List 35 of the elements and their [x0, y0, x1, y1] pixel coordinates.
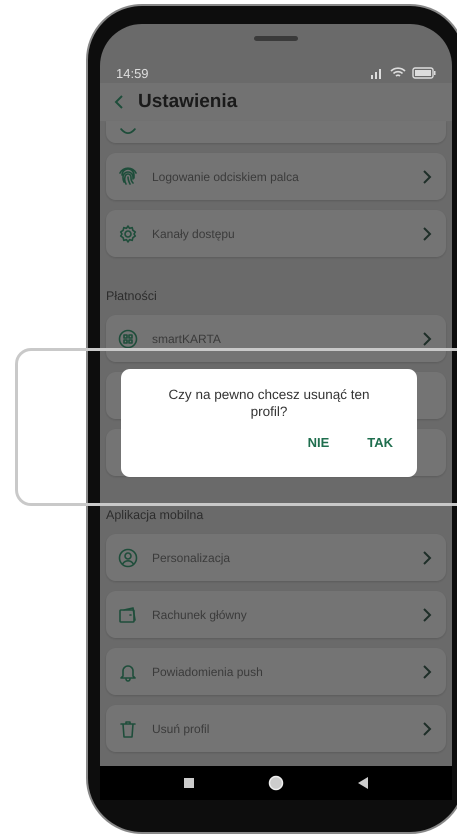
dialog-button[interactable]: NIE [304, 432, 334, 452]
settings-item[interactable]: Usuń profil [106, 705, 446, 752]
status-time: 14:59 [116, 66, 149, 80]
card-grid-icon [118, 328, 138, 348]
dialog-button[interactable]: TAK [363, 432, 397, 452]
chevron-right-icon [422, 226, 432, 242]
settings-item[interactable]: Logowanie odciskiem palca [106, 153, 446, 200]
dialog-message: Czy na pewno chcesz usunąć ten profil? [167, 387, 371, 421]
wifi-icon [390, 67, 406, 79]
settings-item[interactable]: Rachunek główny [106, 591, 446, 638]
chevron-right-icon [422, 168, 432, 184]
chevron-right-icon [422, 606, 432, 622]
settings-item[interactable]: smartKARTA [106, 315, 446, 362]
trash-icon [118, 718, 138, 738]
settings-item[interactable]: Powiadomienia push [106, 648, 446, 695]
battery-icon [412, 67, 436, 79]
gear-icon [118, 224, 138, 244]
wallet-icon [118, 604, 138, 624]
curve-icon [118, 128, 138, 136]
home-nav-icon[interactable] [268, 775, 284, 791]
chevron-right-icon [422, 720, 432, 736]
chevron-right-icon [422, 330, 432, 346]
settings-item[interactable]: Personalizacja [106, 534, 446, 581]
section-heading: Aplikacja mobilna [106, 508, 204, 522]
back-nav-icon[interactable] [358, 777, 368, 789]
user-icon [118, 548, 138, 568]
signal-icon [370, 67, 384, 79]
speaker-grille [254, 36, 298, 41]
page-title: Ustawienia [138, 91, 238, 113]
back-icon[interactable] [114, 94, 124, 110]
fingerprint-icon [118, 166, 138, 186]
chevron-right-icon [422, 664, 432, 680]
settings-item[interactable]: Kanały dostępu [106, 210, 446, 257]
section-heading: Płatności [106, 289, 158, 303]
chevron-right-icon [422, 550, 432, 566]
